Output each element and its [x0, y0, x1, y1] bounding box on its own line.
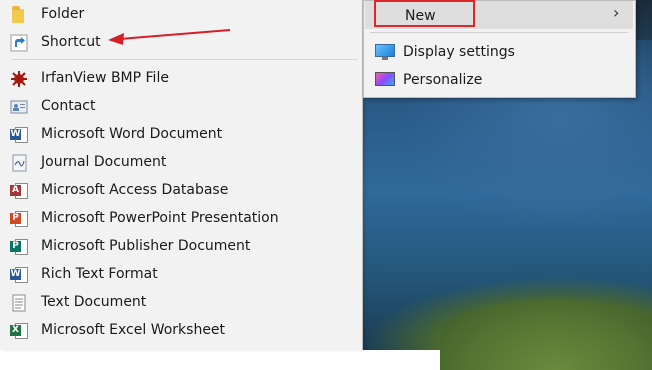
context-menu-item-label: Display settings: [403, 44, 515, 60]
excel-icon: X: [10, 322, 28, 340]
submenu-item-label: IrfanView BMP File: [41, 70, 169, 86]
submenu-item-powerpoint[interactable]: P Microsoft PowerPoint Presentation: [0, 204, 362, 232]
submenu-item-contact[interactable]: Contact: [0, 92, 362, 120]
irfanview-icon: [10, 70, 28, 88]
highlight-box: [374, 0, 475, 27]
publisher-icon: P: [10, 238, 28, 256]
context-menu-separator: [370, 32, 628, 33]
access-icon: A: [10, 182, 28, 200]
submenu-item-label: Microsoft PowerPoint Presentation: [41, 210, 279, 226]
word-icon: W: [10, 126, 28, 144]
annotation-arrow: [108, 29, 231, 45]
submenu-item-irfanview[interactable]: IrfanView BMP File: [0, 64, 362, 92]
powerpoint-icon: P: [10, 210, 28, 228]
submenu-item-access[interactable]: A Microsoft Access Database: [0, 176, 362, 204]
submenu-item-label: Microsoft Access Database: [41, 182, 229, 198]
context-menu-item-display-settings[interactable]: Display settings: [365, 37, 633, 65]
context-menu-item-personalize[interactable]: Personalize: [365, 65, 633, 93]
new-submenu: Folder Shortcut IrfanView BMP File Conta…: [0, 0, 363, 350]
submenu-item-publisher[interactable]: P Microsoft Publisher Document: [0, 232, 362, 260]
chevron-right-icon: ›: [613, 3, 620, 22]
text-document-icon: [10, 294, 28, 312]
submenu-item-excel[interactable]: X Microsoft Excel Worksheet: [0, 316, 362, 344]
monitor-icon: [375, 43, 395, 61]
submenu-item-journal[interactable]: Journal Document: [0, 148, 362, 176]
submenu-item-label: Microsoft Excel Worksheet: [41, 322, 226, 338]
submenu-item-word[interactable]: W Microsoft Word Document: [0, 120, 362, 148]
submenu-item-label: Text Document: [41, 294, 147, 310]
submenu-item-text-document[interactable]: Text Document: [0, 288, 362, 316]
submenu-item-label: Microsoft Word Document: [41, 126, 223, 142]
personalize-icon: [375, 71, 395, 89]
submenu-item-label: Contact: [41, 98, 96, 114]
desktop-hill: [440, 300, 652, 370]
folder-icon: [10, 6, 28, 24]
submenu-item-label: Shortcut: [41, 34, 101, 50]
submenu-item-label: Journal Document: [41, 154, 167, 170]
submenu-separator: [12, 59, 358, 60]
context-menu-item-label: Personalize: [403, 72, 483, 88]
submenu-item-label: Microsoft Publisher Document: [41, 238, 251, 254]
rtf-icon: W: [10, 266, 28, 284]
submenu-item-rtf[interactable]: W Rich Text Format: [0, 260, 362, 288]
submenu-item-label: Rich Text Format: [41, 266, 158, 282]
shortcut-icon: [10, 34, 28, 52]
contact-icon: [10, 98, 28, 116]
journal-icon: [10, 154, 28, 172]
submenu-item-label: Folder: [41, 6, 85, 22]
